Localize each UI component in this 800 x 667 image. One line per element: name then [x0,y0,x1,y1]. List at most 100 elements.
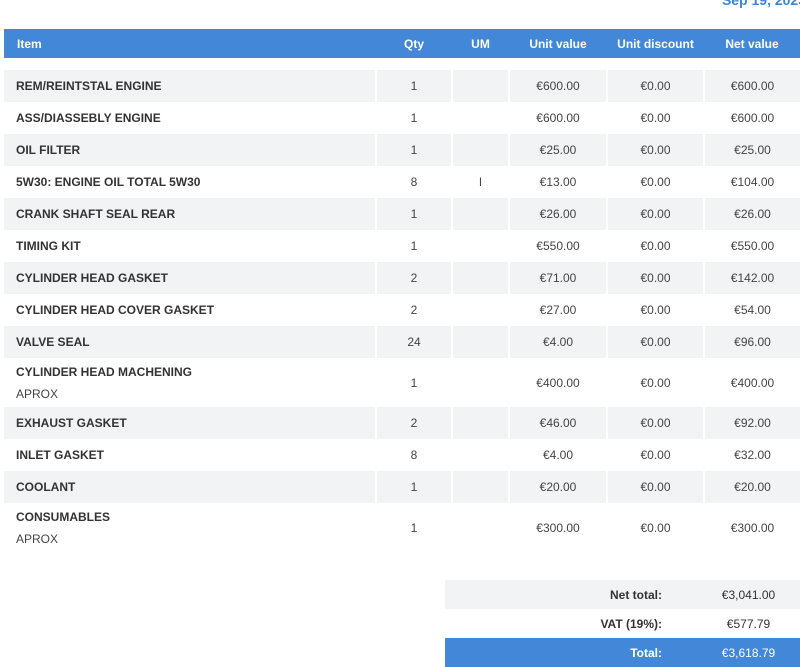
item-cell: 5W30: ENGINE OIL TOTAL 5W30 [4,166,376,198]
table-row: INLET GASKET 8 €4.00 €0.00 €32.00 [4,439,800,471]
unit-discount-cell: €0.00 [606,503,704,552]
item-cell: TIMING KIT [4,230,376,262]
um-cell: l [451,166,509,198]
invoice-items-table: Item Qty UM Unit value Unit discount Net… [4,29,800,552]
net-value-cell: €92.00 [703,407,800,439]
qty-cell: 2 [375,262,452,294]
unit-value-cell: €25.00 [508,134,607,166]
unit-value-cell: €600.00 [508,70,607,102]
item-cell: CYLINDER HEAD GASKET [4,262,376,294]
qty-cell: 1 [375,198,452,230]
item-cell: EXHAUST GASKET [4,407,376,439]
item-name: CRANK SHAFT SEAL REAR [16,207,176,221]
item-cell: COOLANT [4,471,376,503]
net-value-cell: €600.00 [703,70,800,102]
net-value-cell: €32.00 [703,439,800,471]
net-total-value: €3,041.00 [697,580,800,609]
unit-value-cell: €26.00 [508,198,607,230]
item-name: 5W30: ENGINE OIL TOTAL 5W30 [16,175,201,189]
column-header-qty: Qty [376,29,452,58]
item-name: CYLINDER HEAD MACHENING [16,364,193,379]
item-name: TIMING KIT [16,239,81,253]
vat-value: €577.79 [726,616,771,631]
table-header-row: Item Qty UM Unit value Unit discount Net… [4,29,800,58]
spacer-cell [4,58,800,70]
qty-cell: 1 [375,134,452,166]
net-value-cell: €54.00 [703,294,800,326]
item-name: INLET GASKET [16,448,105,462]
item-note: APROX [16,531,59,546]
table-row: CYLINDER HEAD GASKET 2 €71.00 €0.00 €142.00 [4,262,800,294]
qty-cell: 8 [375,439,452,471]
table-row: ASS/DIASSEBLY ENGINE 1 €600.00 €0.00 €600.00 [4,102,800,134]
unit-discount-cell: €0.00 [606,326,704,358]
unit-value-cell: €71.00 [508,262,607,294]
unit-discount-cell: €0.00 [606,407,704,439]
table-spacer [4,58,800,70]
unit-discount-cell: €0.00 [606,439,704,471]
net-value-cell: €104.00 [703,166,800,198]
um-cell [451,70,509,102]
um-cell [451,358,509,407]
unit-discount-cell: €0.00 [606,198,704,230]
net-total-label: Net total: [445,580,697,609]
unit-discount-cell: €0.00 [606,471,704,503]
um-cell [451,326,509,358]
item-name: CYLINDER HEAD COVER GASKET [16,303,215,317]
net-value-cell: €142.00 [703,262,800,294]
um-cell [451,407,509,439]
unit-discount-cell: €0.00 [606,134,704,166]
table-row: TIMING KIT 1 €550.00 €0.00 €550.00 [4,230,800,262]
item-name: OIL FILTER [16,143,81,157]
qty-cell: 1 [375,102,452,134]
item-name: COOLANT [16,480,76,494]
unit-discount-cell: €0.00 [606,262,704,294]
column-header-net-value: Net value [704,29,800,58]
item-name: VALVE SEAL [16,335,90,349]
unit-discount-cell: €0.00 [606,166,704,198]
um-cell [451,471,509,503]
item-cell: CYLINDER HEAD COVER GASKET [4,294,376,326]
column-header-unit-discount: Unit discount [607,29,704,58]
table-row: 5W30: ENGINE OIL TOTAL 5W30 8 l €13.00 €0.00… [4,166,800,198]
qty-cell: 2 [375,294,452,326]
unit-value-cell: €300.00 [508,503,607,552]
table-row: CYLINDER HEAD MACHENING APROX 1 €400.00 €0.0… [4,358,800,407]
unit-value-cell: €46.00 [508,407,607,439]
um-cell [451,294,509,326]
table-row: CYLINDER HEAD COVER GASKET 2 €27.00 €0.00 €5… [4,294,800,326]
item-cell: ASS/DIASSEBLY ENGINE [4,102,376,134]
unit-value-cell: €13.00 [508,166,607,198]
qty-cell: 1 [375,70,452,102]
item-name: ASS/DIASSEBLY ENGINE [16,111,161,125]
net-value-cell: €96.00 [703,326,800,358]
qty-cell: 2 [375,407,452,439]
table-row: REM/REINTSTAL ENGINE 1 €600.00 €0.00 €600.00 [4,70,800,102]
um-cell [451,262,509,294]
item-cell: CRANK SHAFT SEAL REAR [4,198,376,230]
unit-discount-cell: €0.00 [606,358,704,407]
qty-cell: 1 [375,230,452,262]
um-cell [451,503,509,552]
grand-total-value: €3,618.79 [697,638,800,667]
net-value-cell: €550.00 [703,230,800,262]
item-note: APROX [16,386,59,401]
table-row: CRANK SHAFT SEAL REAR 1 €26.00 €0.00 €26.00 [4,198,800,230]
unit-discount-cell: €0.00 [606,294,704,326]
item-cell: CONSUMABLES APROX [4,503,376,552]
um-cell [451,439,509,471]
um-cell [451,230,509,262]
unit-value-cell: €27.00 [508,294,607,326]
unit-value-cell: €600.00 [508,102,607,134]
item-cell: CYLINDER HEAD MACHENING APROX [4,358,376,407]
grand-total-label: Total: [445,638,697,667]
qty-cell: 8 [375,166,452,198]
unit-value-cell: €4.00 [508,439,607,471]
item-name: CONSUMABLES [16,509,111,524]
item-cell: REM/REINTSTAL ENGINE [4,70,376,102]
unit-value-cell: €550.00 [508,230,607,262]
unit-value-cell: €4.00 [508,326,607,358]
column-header-item: Item [4,29,376,58]
table-row: COOLANT 1 €20.00 €0.00 €20.00 [4,471,800,503]
qty-cell: 24 [375,326,452,358]
